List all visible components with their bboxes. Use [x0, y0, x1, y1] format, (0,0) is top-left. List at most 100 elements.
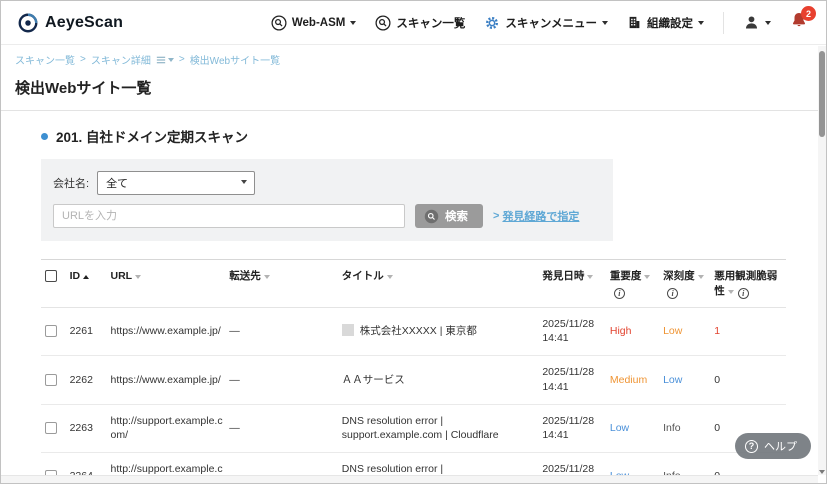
breadcrumb: スキャン一覧 > スキャン詳細 > 検出Webサイト一覧: [1, 45, 826, 71]
row-checkbox[interactable]: [45, 374, 57, 386]
cell-id: 2262: [68, 356, 109, 404]
app-window: AeyeScan Web-ASM スキャン一覧: [0, 0, 827, 484]
help-button[interactable]: ヘルプ: [735, 433, 811, 459]
url-input[interactable]: [53, 204, 405, 228]
breadcrumb-separator: >: [179, 54, 185, 65]
scan-name: 201. 自社ドメイン定期スキャン: [56, 126, 248, 146]
top-nav-menu: Web-ASM スキャン一覧 スキャンメニュー: [271, 11, 808, 34]
building-icon: [627, 15, 642, 30]
info-icon[interactable]: [738, 288, 749, 299]
user-icon: [743, 14, 760, 31]
chevron-down-icon: [765, 21, 771, 25]
gear-icon: [484, 15, 500, 31]
table-header-row: ID URL 転送先 タイトル 発見日時 重要度: [41, 260, 786, 308]
cell-id: 2263: [68, 404, 109, 452]
chevron-down-icon: [602, 21, 608, 25]
horizontal-scrollbar[interactable]: [1, 475, 818, 483]
table-row: 2263 http://support.example.com/ — DNS r…: [41, 404, 786, 452]
nav-scan-list[interactable]: スキャン一覧: [375, 15, 465, 31]
scroll-down-arrow-icon[interactable]: [818, 470, 826, 474]
col-header-title[interactable]: タイトル: [340, 260, 541, 308]
company-select-value: 全て: [106, 178, 128, 190]
company-label: 会社名:: [53, 175, 89, 191]
breadcrumb-current-page: 検出Webサイト一覧: [190, 52, 280, 67]
scan-section-heading: 201. 自社ドメイン定期スキャン: [41, 126, 826, 146]
cell-redirect: —: [227, 404, 340, 452]
col-header-found-at[interactable]: 発見日時: [540, 260, 608, 308]
search-button-label: 検索: [445, 208, 468, 224]
sort-desc-icon: [387, 275, 393, 279]
filter-panel: 会社名: 全て 検索 > 発見経路で指定: [41, 159, 613, 241]
scan-detail-dropdown[interactable]: [156, 55, 174, 65]
nav-web-asm-label: Web-ASM: [292, 17, 345, 29]
cell-id: 2261: [68, 307, 109, 355]
table-row: 2261 https://www.example.jp/ — 株式会社XXXXX…: [41, 307, 786, 355]
favicon-placeholder: [342, 324, 354, 336]
cell-url[interactable]: http://support.example.com/: [109, 404, 228, 452]
nav-scan-menu-label: スキャンメニュー: [505, 15, 597, 31]
nav-scan-menu[interactable]: スキャンメニュー: [484, 15, 608, 31]
sort-desc-icon: [587, 275, 593, 279]
cell-found-at: 2025/11/28 14:41: [540, 356, 608, 404]
select-all-checkbox[interactable]: [45, 270, 57, 282]
bullet-icon: [41, 133, 48, 140]
chevron-down-icon: [168, 58, 174, 62]
brand-name: AeyeScan: [45, 14, 123, 32]
company-select[interactable]: 全て: [97, 171, 255, 195]
row-checkbox[interactable]: [45, 422, 57, 434]
cell-url[interactable]: https://www.example.jp/: [109, 307, 228, 355]
question-mark-icon: [745, 440, 758, 453]
col-header-exploited[interactable]: 悪用観測脆弱性: [712, 260, 786, 308]
table-row: 2262 https://www.example.jp/ — ＡＡサービス 20…: [41, 356, 786, 404]
cell-found-at: 2025/11/28 14:41: [540, 307, 608, 355]
sort-asc-icon: [83, 275, 89, 279]
col-header-url[interactable]: URL: [109, 260, 228, 308]
cell-severity: Low: [661, 356, 712, 404]
cell-importance: Medium: [608, 356, 661, 404]
breadcrumb-scan-detail[interactable]: スキャン詳細: [91, 52, 151, 67]
cell-redirect: —: [227, 307, 340, 355]
sort-desc-icon: [135, 275, 141, 279]
aeyescan-logo-icon: [17, 12, 39, 34]
cell-title: 株式会社XXXXX | 東京都: [340, 307, 541, 355]
breadcrumb-separator: >: [80, 54, 86, 65]
sort-desc-icon: [728, 290, 734, 294]
col-header-importance[interactable]: 重要度: [608, 260, 661, 308]
col-header-id[interactable]: ID: [68, 260, 109, 308]
cell-exploited: 0: [712, 356, 786, 404]
cell-title: DNS resolution error | support.example.c…: [340, 404, 541, 452]
notification-badge: 2: [801, 6, 816, 21]
breadcrumb-scan-list[interactable]: スキャン一覧: [15, 52, 75, 67]
user-menu[interactable]: [743, 14, 771, 31]
cell-redirect: —: [227, 356, 340, 404]
cell-severity: Low: [661, 307, 712, 355]
col-header-severity[interactable]: 深刻度: [661, 260, 712, 308]
nav-org-settings-label: 組織設定: [647, 15, 693, 31]
info-icon[interactable]: [667, 288, 678, 299]
cell-exploited: 1: [712, 307, 786, 355]
sort-desc-icon: [644, 275, 650, 279]
chevron-down-icon: [350, 21, 356, 25]
nav-org-settings[interactable]: 組織設定: [627, 15, 704, 31]
cell-url[interactable]: https://www.example.jp/: [109, 356, 228, 404]
scrollbar-thumb[interactable]: [819, 51, 825, 137]
search-button[interactable]: 検索: [415, 204, 483, 228]
nav-scan-list-label: スキャン一覧: [396, 15, 465, 31]
chevron-down-icon: [698, 21, 704, 25]
col-header-redirect[interactable]: 転送先: [227, 260, 340, 308]
discovery-route-link[interactable]: > 発見経路で指定: [493, 208, 579, 224]
cell-found-at: 2025/11/28 14:41: [540, 404, 608, 452]
results-table: ID URL 転送先 タイトル 発見日時 重要度: [41, 259, 786, 484]
cell-title: ＡＡサービス: [340, 356, 541, 404]
info-icon[interactable]: [614, 288, 625, 299]
nav-divider: [723, 12, 724, 34]
brand[interactable]: AeyeScan: [17, 12, 123, 34]
search-circle-icon: [271, 15, 287, 31]
notifications-button[interactable]: 2: [790, 11, 808, 34]
cell-importance: Low: [608, 404, 661, 452]
page-title: 検出Webサイト一覧: [1, 71, 826, 111]
vertical-scrollbar[interactable]: [818, 46, 826, 475]
row-checkbox[interactable]: [45, 325, 57, 337]
nav-web-asm[interactable]: Web-ASM: [271, 15, 356, 31]
help-button-label: ヘルプ: [764, 438, 797, 454]
